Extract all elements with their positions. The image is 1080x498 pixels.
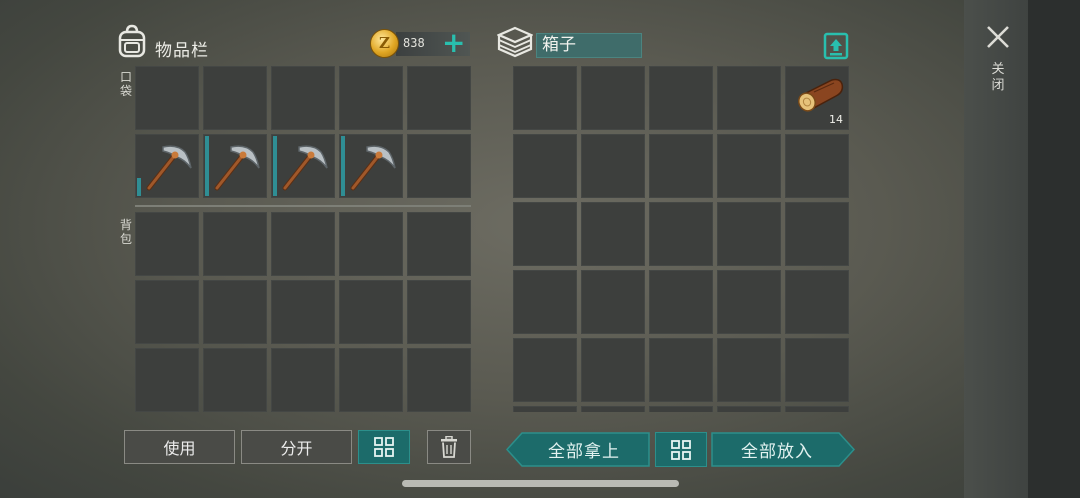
container-slot[interactable]: 14 [785, 66, 849, 130]
container-slot[interactable] [649, 406, 713, 412]
container-slot[interactable] [785, 406, 849, 412]
put-all-button[interactable]: 全部放入 [711, 432, 855, 467]
container-slot[interactable] [717, 202, 781, 266]
inventory-slot[interactable] [135, 280, 199, 344]
take-all-label: 全部拿上 [548, 442, 620, 462]
container-slot[interactable] [717, 270, 781, 334]
container-slot[interactable] [649, 134, 713, 198]
delete-button[interactable] [427, 430, 471, 464]
pocket-label: 口袋 [119, 70, 132, 98]
section-divider [135, 205, 471, 207]
inventory-slot[interactable] [407, 348, 471, 412]
sort-inventory-button[interactable] [358, 430, 410, 464]
container-slot[interactable] [581, 338, 645, 402]
coin-icon: Z [370, 29, 399, 58]
pocket-grid [135, 66, 471, 198]
container-slot[interactable] [581, 270, 645, 334]
container-slot[interactable] [513, 202, 577, 266]
inventory-slot[interactable] [135, 212, 199, 276]
pickaxe-icon [214, 145, 260, 191]
backpack-label: 背包 [119, 218, 132, 246]
inventory-slot[interactable] [135, 134, 199, 198]
container-grid: 14 [513, 66, 849, 412]
inventory-slot[interactable] [407, 134, 471, 198]
grid-sort-icon [671, 439, 691, 460]
trash-icon [441, 436, 457, 458]
sort-container-button[interactable] [655, 432, 707, 467]
side-panel [964, 0, 1080, 498]
container-slot[interactable] [513, 406, 577, 412]
upload-icon[interactable] [823, 32, 849, 60]
container-slot[interactable] [649, 66, 713, 130]
inventory-slot[interactable] [339, 212, 403, 276]
inventory-slot[interactable] [271, 280, 335, 344]
use-button[interactable]: 使用 [124, 430, 235, 464]
inventory-slot[interactable] [203, 212, 267, 276]
container-slot[interactable] [649, 338, 713, 402]
wood-log-icon [798, 78, 844, 112]
backpack-icon [118, 24, 146, 58]
container-slot[interactable] [649, 270, 713, 334]
inventory-slot[interactable] [271, 348, 335, 412]
inventory-slot[interactable] [339, 66, 403, 130]
container-slot[interactable] [785, 202, 849, 266]
inventory-slot[interactable] [271, 134, 335, 198]
close-icon[interactable] [985, 24, 1011, 50]
inventory-slot[interactable] [271, 212, 335, 276]
inventory-slot[interactable] [339, 134, 403, 198]
container-slot[interactable] [581, 66, 645, 130]
container-name[interactable]: 箱子 [536, 33, 642, 58]
pickaxe-icon [282, 145, 328, 191]
inventory-slot[interactable] [135, 66, 199, 130]
inventory-slot[interactable] [407, 280, 471, 344]
container-slot[interactable] [717, 338, 781, 402]
inventory-slot[interactable] [271, 66, 335, 130]
take-all-button[interactable]: 全部拿上 [506, 432, 650, 467]
container-slot[interactable] [581, 134, 645, 198]
pickaxe-icon [146, 145, 192, 191]
inventory-slot[interactable] [339, 280, 403, 344]
container-slot[interactable] [785, 270, 849, 334]
item-quantity: 14 [829, 113, 843, 126]
add-coins-button[interactable]: + [442, 29, 465, 57]
container-slot[interactable] [785, 338, 849, 402]
storage-box-icon [497, 26, 533, 58]
coin-count: 838 [403, 36, 425, 50]
container-slot[interactable] [717, 66, 781, 130]
backpack-grid [135, 212, 471, 412]
grid-sort-icon [374, 437, 394, 457]
inventory-slot[interactable] [203, 348, 267, 412]
home-indicator[interactable] [402, 480, 679, 487]
container-slot[interactable] [581, 202, 645, 266]
container-slot[interactable] [649, 202, 713, 266]
container-slot[interactable] [513, 66, 577, 130]
close-label[interactable]: 关闭 [990, 62, 1006, 94]
container-slot[interactable] [717, 406, 781, 412]
inventory-slot[interactable] [407, 66, 471, 130]
container-slot[interactable] [717, 134, 781, 198]
inventory-slot[interactable] [407, 212, 471, 276]
inventory-slot[interactable] [339, 348, 403, 412]
inventory-slot[interactable] [203, 134, 267, 198]
inventory-title: 物品栏 [155, 41, 209, 61]
inventory-slot[interactable] [203, 66, 267, 130]
inventory-slot[interactable] [203, 280, 267, 344]
container-slot[interactable] [513, 270, 577, 334]
inventory-slot[interactable] [135, 348, 199, 412]
container-slot[interactable] [513, 134, 577, 198]
pickaxe-icon [350, 145, 396, 191]
put-all-label: 全部放入 [741, 442, 813, 462]
container-slot[interactable] [785, 134, 849, 198]
split-button[interactable]: 分开 [241, 430, 352, 464]
container-slot[interactable] [581, 406, 645, 412]
container-slot[interactable] [513, 338, 577, 402]
